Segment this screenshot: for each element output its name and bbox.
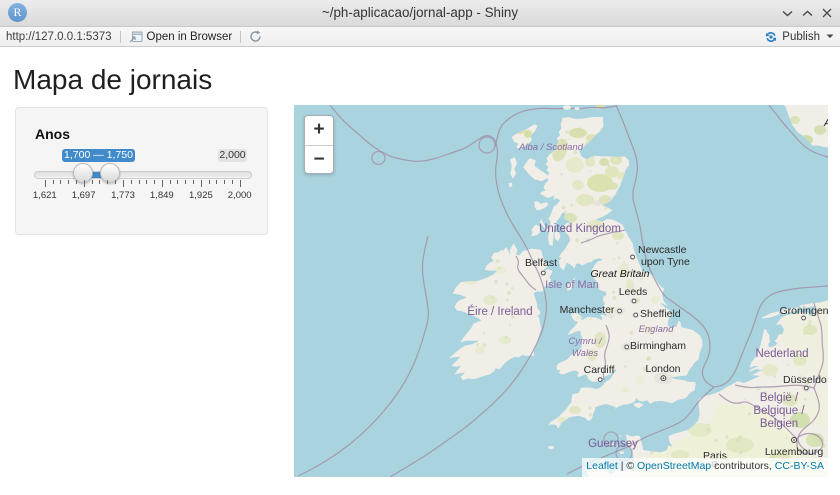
svg-text:België /: België / xyxy=(760,392,799,404)
svg-text:Newcastle: Newcastle xyxy=(638,244,687,256)
svg-text:Great Britain: Great Britain xyxy=(591,268,650,280)
svg-text:Belgique /: Belgique / xyxy=(753,405,805,417)
svg-text:Cardiff: Cardiff xyxy=(584,364,615,376)
svg-text:Leeds: Leeds xyxy=(619,286,648,298)
svg-text:Sheffield: Sheffield xyxy=(640,308,681,320)
svg-text:United Kingdom: United Kingdom xyxy=(539,223,621,235)
svg-text:upon Tyne: upon Tyne xyxy=(641,256,690,268)
svg-text:Manchester: Manchester xyxy=(560,304,615,316)
svg-text:Éire / Ireland: Éire / Ireland xyxy=(467,305,532,318)
svg-text:Groningen: Groningen xyxy=(779,305,828,317)
svg-text:London: London xyxy=(645,363,680,375)
svg-text:Luxembourg: Luxembourg xyxy=(765,446,824,458)
svg-text:Birmingham: Birmingham xyxy=(630,340,686,352)
svg-text:Nederland: Nederland xyxy=(755,348,808,360)
svg-text:Isle of Man: Isle of Man xyxy=(545,279,599,291)
svg-text:Belfast: Belfast xyxy=(525,257,557,269)
svg-text:Belgien: Belgien xyxy=(760,418,798,430)
svg-text:Cymru /: Cymru / xyxy=(568,336,603,347)
svg-text:A: A xyxy=(823,118,828,129)
svg-text:Alba / Scotland: Alba / Scotland xyxy=(518,142,584,153)
svg-text:Düsseldo: Düsseldo xyxy=(783,374,827,386)
svg-text:England: England xyxy=(639,324,675,335)
svg-text:Guernsey: Guernsey xyxy=(588,438,638,450)
svg-text:Wales: Wales xyxy=(572,348,598,359)
